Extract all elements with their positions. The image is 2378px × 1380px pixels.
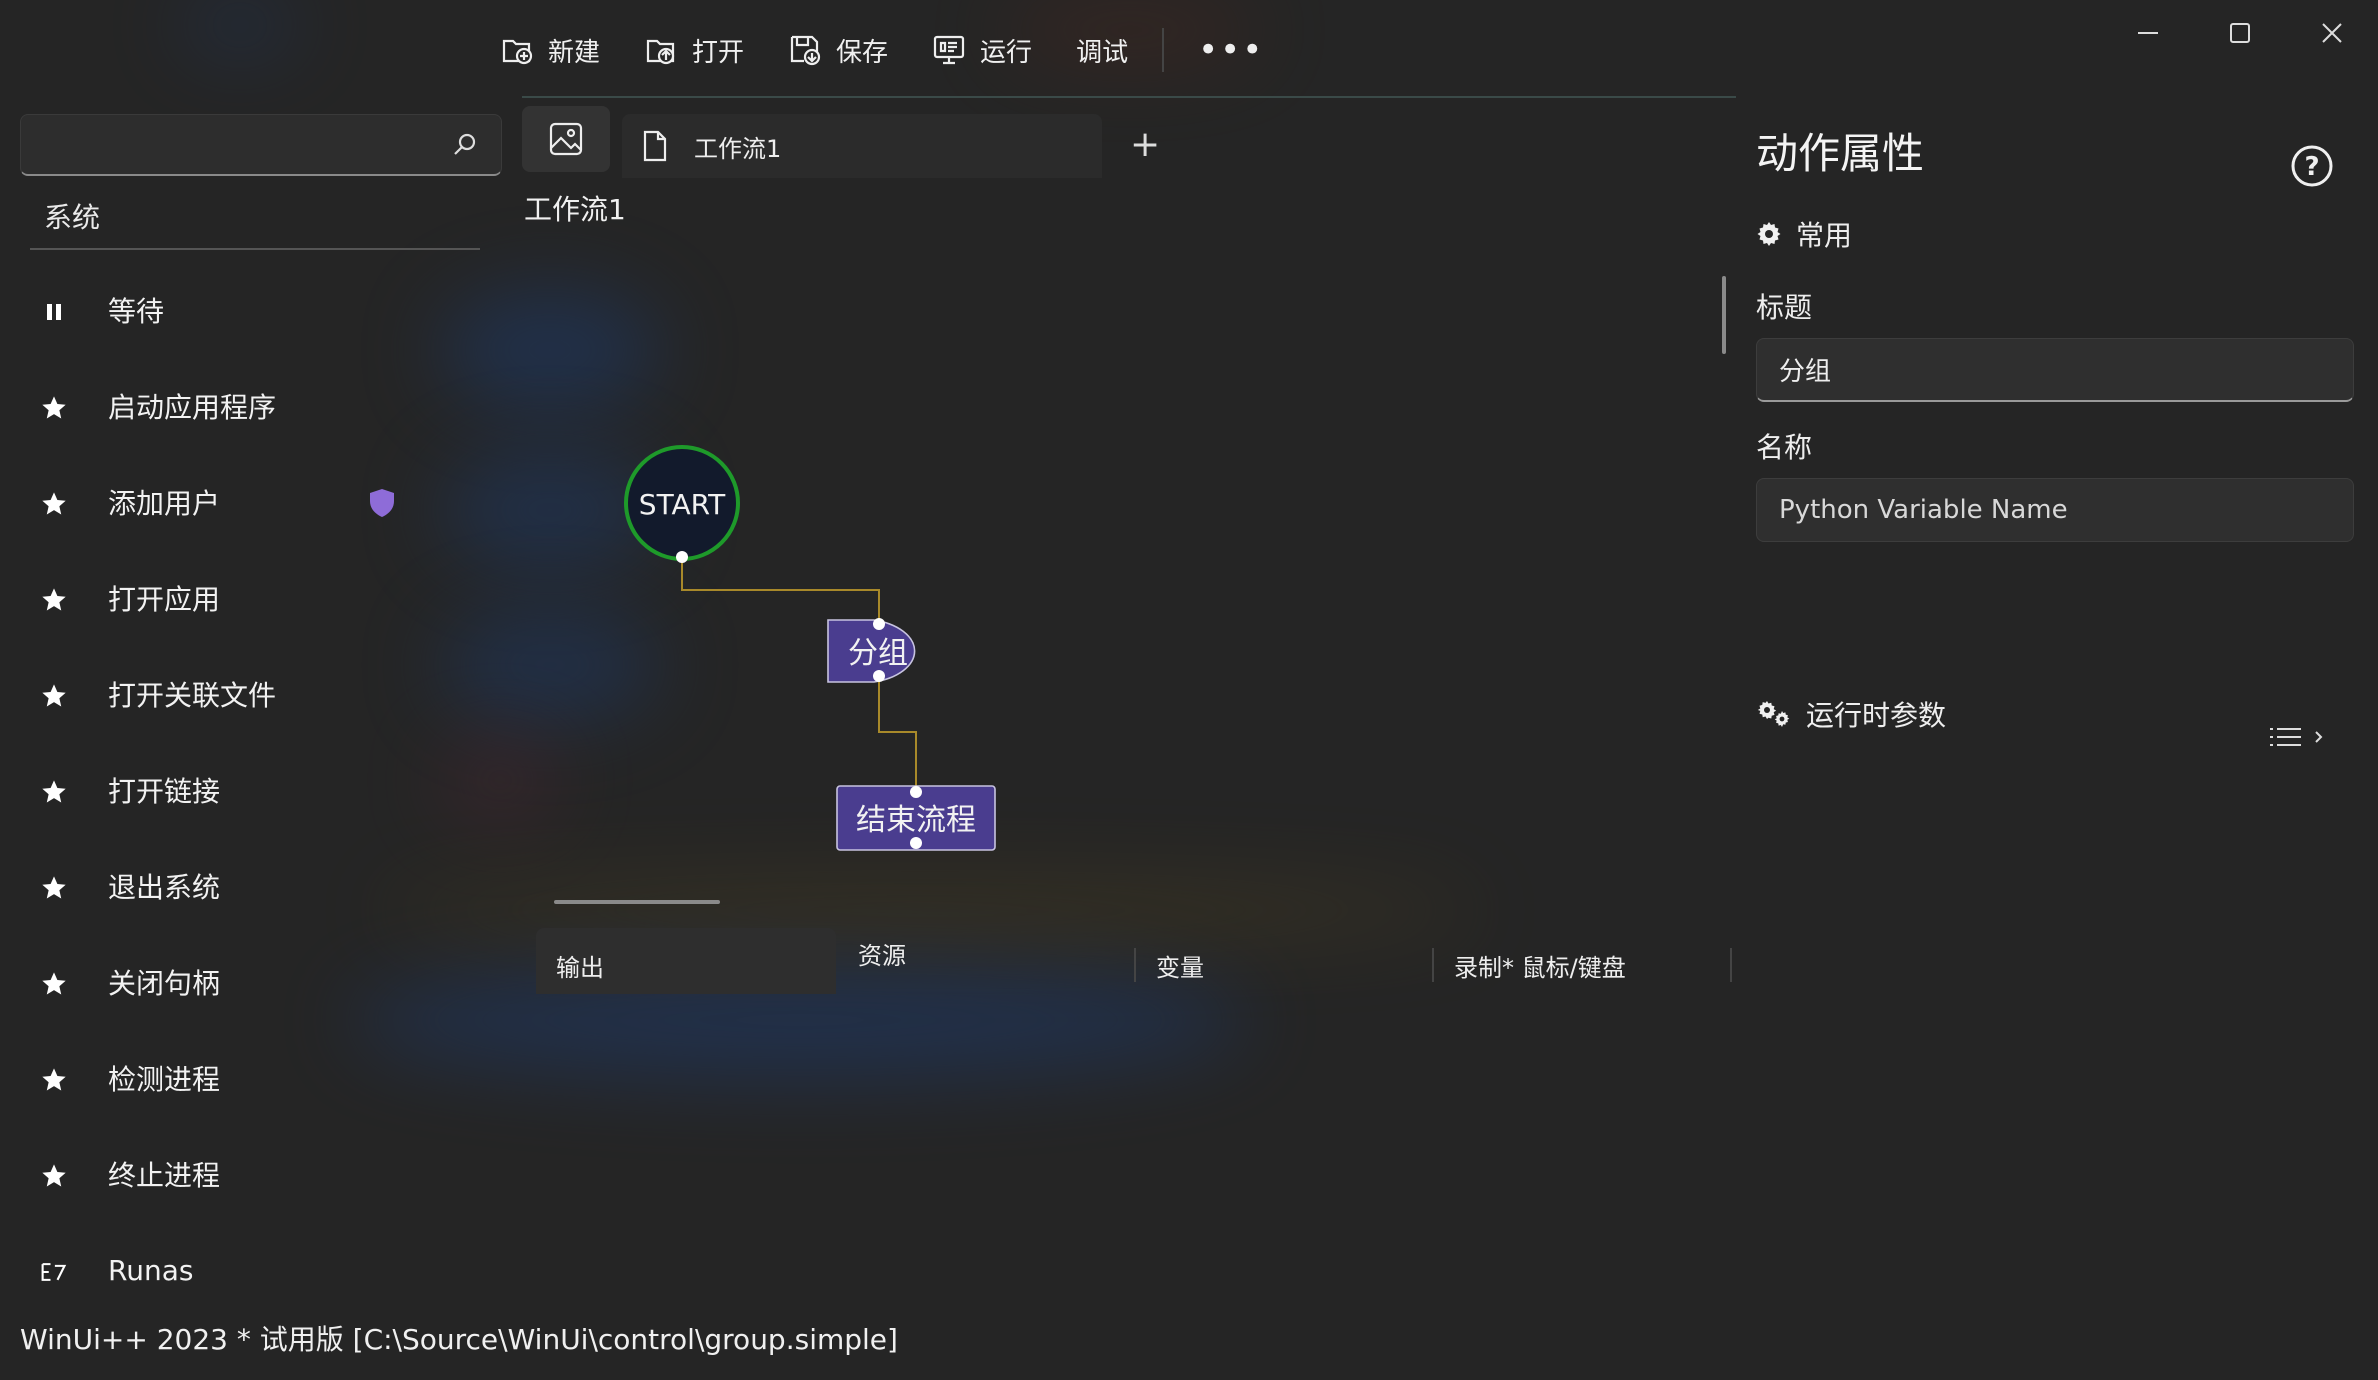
common-label: 常用	[1796, 219, 1853, 252]
tab-resources[interactable]: 资源	[838, 920, 1128, 986]
title-input[interactable]	[1757, 339, 2353, 400]
chevron-right-icon	[2315, 731, 2323, 743]
list-view-toggle[interactable]	[2268, 726, 2326, 748]
help-icon[interactable]: ?	[2290, 144, 2334, 188]
end-node[interactable]: 结束流程	[836, 785, 996, 851]
tab-record[interactable]: 录制* 鼠标/键盘	[1434, 928, 1724, 994]
tab-variables[interactable]: 变量	[1136, 928, 1426, 994]
tab-output[interactable]: 输出	[536, 928, 836, 994]
panel-resize-handle[interactable]	[554, 900, 720, 904]
properties-title: 动作属性	[1756, 129, 1925, 178]
connector-start-group	[681, 557, 880, 622]
name-field-label: 名称	[1756, 431, 1813, 464]
gears-icon	[1757, 701, 1790, 727]
runtime-params-section: 运行时参数	[1756, 694, 1946, 734]
bottom-tabs: 输出 资源 变量 录制* 鼠标/键盘	[536, 928, 1736, 996]
end-node-label: 结束流程	[856, 803, 976, 838]
list-icon	[2270, 728, 2301, 746]
group-node-label: 分组	[848, 636, 908, 671]
start-node-label: START	[639, 488, 726, 521]
title-field	[1756, 338, 2354, 402]
workflow-canvas: START 分组 结束流程	[624, 445, 996, 851]
runtime-params-label: 运行时参数	[1806, 699, 1947, 732]
name-input[interactable]	[1757, 479, 2353, 541]
gear-icon	[1757, 222, 1781, 246]
tab-separator	[1730, 948, 1732, 982]
group-node[interactable]: 分组	[827, 618, 916, 683]
connector-group-end	[878, 676, 917, 792]
app-window: 新建 打开 保存 运行 调试 ••• 系统 等待 启动应用程序 添加用户 打开应…	[0, 0, 2378, 1380]
name-field	[1756, 478, 2354, 542]
title-field-label: 标题	[1756, 291, 1813, 324]
start-node[interactable]: START	[624, 445, 740, 563]
common-section: 常用	[1756, 214, 1852, 254]
svg-text:?: ?	[2304, 152, 2319, 182]
